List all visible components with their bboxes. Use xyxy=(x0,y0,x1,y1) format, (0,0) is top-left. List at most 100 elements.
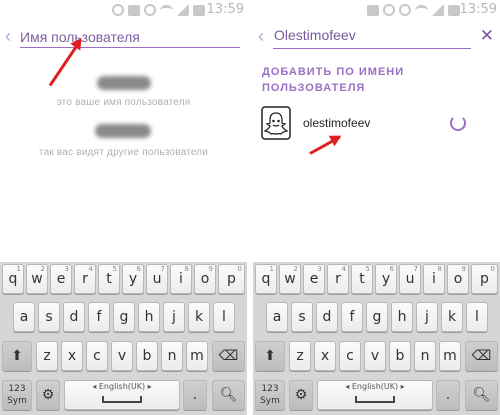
left-screenshot: 13:59 ‹ это ваше имя пользователя так ва… xyxy=(0,0,247,415)
gear-icon[interactable]: ⚙ xyxy=(289,380,313,410)
key-f[interactable]: f xyxy=(88,302,110,332)
key-d[interactable]: d xyxy=(316,302,338,332)
status-icons xyxy=(112,3,205,17)
space-key[interactable]: ◂ English(UK) ▸ xyxy=(64,380,180,410)
section-header: ДОБАВИТЬ ПО ИМЕНИ ПОЛЬЗОВАТЕЛЯ xyxy=(262,66,405,94)
key-y[interactable]: 6y xyxy=(375,264,397,294)
username-search-input[interactable]: Olestimofeev xyxy=(274,27,356,43)
key-w[interactable]: 2w xyxy=(279,264,301,294)
key-h[interactable]: h xyxy=(391,302,413,332)
key-k[interactable]: k xyxy=(188,302,210,332)
key-r[interactable]: 4r xyxy=(74,264,96,294)
close-icon[interactable]: ✕ xyxy=(480,26,494,46)
space-icon xyxy=(355,396,395,403)
search-bar: ‹ Olestimofeev ✕ xyxy=(253,20,500,54)
key-x[interactable]: x xyxy=(314,341,336,371)
search-icon[interactable]: 🔍︎ xyxy=(212,380,245,410)
alarm-icon xyxy=(144,4,156,16)
period-key[interactable]: . xyxy=(183,380,207,410)
gear-icon[interactable]: ⚙ xyxy=(36,380,60,410)
symbols-key[interactable]: 123 Sym xyxy=(255,380,285,410)
key-q[interactable]: 1q xyxy=(255,264,277,294)
keyboard-row-1: 1q 2w 3e 4r 5t 6y 7u 8i 9o 0p xyxy=(0,262,247,296)
key-y[interactable]: 6y xyxy=(122,264,144,294)
key-v[interactable]: v xyxy=(364,341,386,371)
right-screenshot: 13:59 ‹ Olestimofeev ✕ ДОБАВИТЬ ПО ИМЕНИ… xyxy=(253,0,500,415)
result-username: olestimofeev xyxy=(303,116,371,130)
username-search-input[interactable] xyxy=(20,26,240,48)
key-b[interactable]: b xyxy=(136,341,158,371)
search-bar: ‹ xyxy=(0,20,247,54)
key-w[interactable]: 2w xyxy=(26,264,48,294)
key-r[interactable]: 4r xyxy=(327,264,349,294)
shift-arrow-icon[interactable]: ⬆ xyxy=(255,341,285,371)
period-key[interactable]: . xyxy=(436,380,460,410)
status-bar: 13:59 xyxy=(253,0,500,20)
shift-arrow-icon[interactable]: ⬆ xyxy=(2,341,32,371)
key-a[interactable]: a xyxy=(266,302,288,332)
key-n[interactable]: n xyxy=(414,341,436,371)
key-e[interactable]: 3e xyxy=(50,264,72,294)
key-d[interactable]: d xyxy=(63,302,85,332)
space-key[interactable]: ◂ English(UK) ▸ xyxy=(317,380,433,410)
key-e[interactable]: 3e xyxy=(303,264,325,294)
key-g[interactable]: g xyxy=(366,302,388,332)
chevron-left-icon[interactable]: ‹ xyxy=(5,26,11,46)
key-x[interactable]: x xyxy=(61,341,83,371)
backspace-icon[interactable]: ⌫ xyxy=(465,341,498,371)
keyboard-row-2: a s d f g h j k l xyxy=(0,300,247,334)
key-i[interactable]: 8i xyxy=(170,264,192,294)
signal-icon xyxy=(432,4,444,16)
key-k[interactable]: k xyxy=(441,302,463,332)
key-l[interactable]: l xyxy=(466,302,488,332)
notification-icon xyxy=(128,4,140,16)
chevron-left-icon[interactable]: ‹ xyxy=(258,26,264,46)
keyboard-row-1: 1q 2w 3e 4r 5t 6y 7u 8i 9o 0p xyxy=(253,262,500,296)
language-label: English(UK) xyxy=(351,382,399,391)
key-m[interactable]: m xyxy=(439,341,461,371)
key-j[interactable]: j xyxy=(416,302,438,332)
key-c[interactable]: c xyxy=(339,341,361,371)
keyboard-row-2: a s d f g h j k l xyxy=(253,300,500,334)
loading-spinner-icon[interactable] xyxy=(450,115,466,131)
key-v[interactable]: v xyxy=(111,341,133,371)
symbols-key[interactable]: 123 Sym xyxy=(2,380,32,410)
key-m[interactable]: m xyxy=(186,341,208,371)
search-icon[interactable]: 🔍︎ xyxy=(465,380,498,410)
key-o[interactable]: 9o xyxy=(447,264,469,294)
key-z[interactable]: z xyxy=(289,341,311,371)
key-p[interactable]: 0p xyxy=(218,264,245,294)
display-name-caption: так вас видят другие пользователи xyxy=(38,147,209,158)
key-b[interactable]: b xyxy=(389,341,411,371)
key-h[interactable]: h xyxy=(138,302,160,332)
key-n[interactable]: n xyxy=(161,341,183,371)
key-q[interactable]: 1q xyxy=(2,264,24,294)
key-p[interactable]: 0p xyxy=(471,264,498,294)
key-o[interactable]: 9o xyxy=(194,264,216,294)
username-caption: это ваше имя пользователя xyxy=(56,97,191,108)
snapchat-ghost-icon xyxy=(261,106,291,140)
backspace-icon[interactable]: ⌫ xyxy=(212,341,245,371)
blurred-username xyxy=(97,76,151,90)
space-icon xyxy=(102,396,142,403)
key-g[interactable]: g xyxy=(113,302,135,332)
key-s[interactable]: s xyxy=(291,302,313,332)
battery-icon xyxy=(193,4,205,16)
key-z[interactable]: z xyxy=(36,341,58,371)
key-i[interactable]: 8i xyxy=(423,264,445,294)
key-l[interactable]: l xyxy=(213,302,235,332)
key-f[interactable]: f xyxy=(341,302,363,332)
key-c[interactable]: c xyxy=(86,341,108,371)
keyboard-row-3: ⬆ z x c v b n m ⌫ xyxy=(0,339,247,373)
keyboard-row-4: 123 Sym ⚙ ◂ English(UK) ▸ . 🔍︎ xyxy=(253,378,500,412)
key-u[interactable]: 7u xyxy=(399,264,421,294)
key-t[interactable]: 5t xyxy=(98,264,120,294)
key-u[interactable]: 7u xyxy=(146,264,168,294)
key-a[interactable]: a xyxy=(13,302,35,332)
key-t[interactable]: 5t xyxy=(351,264,373,294)
search-result-row[interactable]: olestimofeev xyxy=(253,106,500,144)
status-time: 13:59 xyxy=(459,2,497,17)
wifi-icon xyxy=(415,4,428,16)
key-j[interactable]: j xyxy=(163,302,185,332)
key-s[interactable]: s xyxy=(38,302,60,332)
